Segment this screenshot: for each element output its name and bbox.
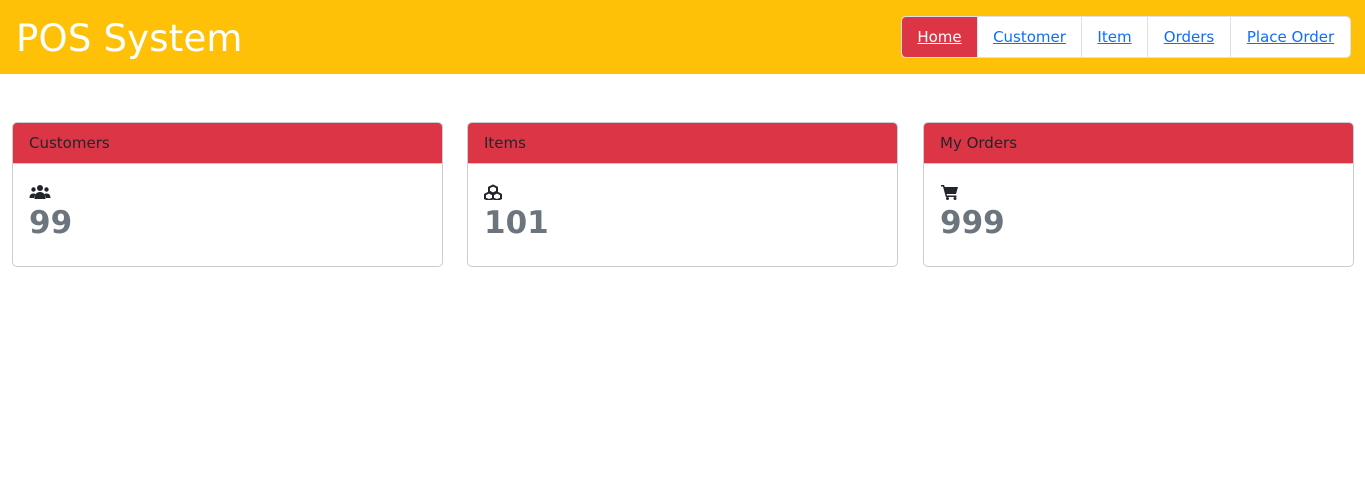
card-header-customers: Customers [13, 123, 442, 164]
cubes-icon [484, 184, 502, 200]
orders-count: 999 [940, 205, 1005, 241]
nav-link-item[interactable]: Item [1082, 17, 1148, 57]
app-title: POS System [16, 17, 243, 60]
card-header-items: Items [468, 123, 897, 164]
customers-count: 99 [29, 205, 73, 241]
items-card: Items 101 [467, 122, 898, 267]
nav-link-customer[interactable]: Customer [978, 17, 1082, 57]
card-header-orders: My Orders [924, 123, 1353, 164]
nav-link-home[interactable]: Home [902, 17, 978, 57]
customers-card: Customers 99 [12, 122, 443, 267]
users-icon [29, 185, 51, 199]
shopping-cart-icon [941, 185, 958, 200]
nav-link-place-order[interactable]: Place Order [1231, 17, 1350, 57]
main-nav: Home Customer Item Orders Place Order [901, 16, 1351, 58]
orders-card: My Orders 999 [923, 122, 1354, 267]
top-header: POS System Home Customer Item Orders Pla… [0, 0, 1365, 74]
items-count: 101 [484, 205, 549, 241]
nav-link-orders[interactable]: Orders [1148, 17, 1231, 57]
